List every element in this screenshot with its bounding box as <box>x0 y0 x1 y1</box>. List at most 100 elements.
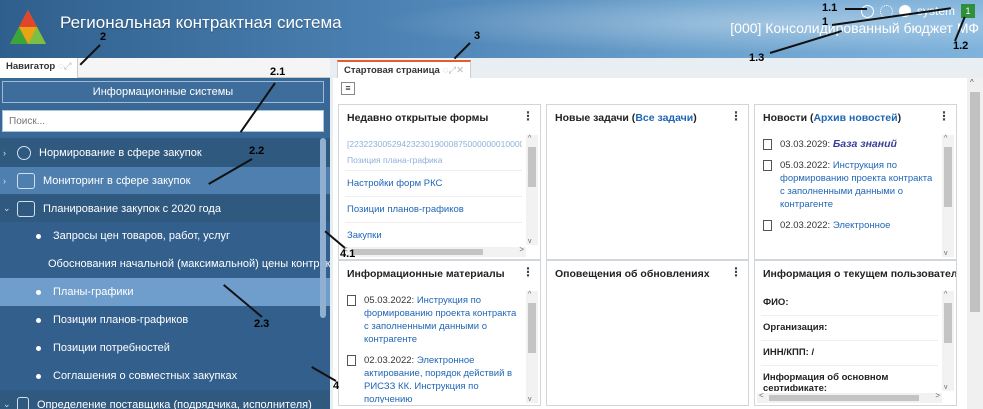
info-material-item[interactable]: 05.03.2022: Инструкция по формированию п… <box>345 291 522 351</box>
main-tabbar: Стартовая страница ◌⤢✕ <box>333 58 983 78</box>
recent-form-link[interactable]: Позиция плана-графика <box>345 151 522 171</box>
widget-title: Новости (Архив новостей) <box>763 112 902 124</box>
widget-recent-forms: Недавно открытые формы ⋮ [22322300529423… <box>338 104 541 260</box>
annotation-label: 2.2 <box>249 145 265 157</box>
bullet-icon <box>36 345 41 351</box>
document-icon <box>763 220 772 231</box>
news-item[interactable]: 03.03.2029: База знаний <box>761 135 938 156</box>
tab-start-page[interactable]: Стартовая страница ◌⤢✕ <box>337 60 472 78</box>
widget-title: Новые задачи (Все задачи) <box>555 112 697 124</box>
page-scrollbar-thumb[interactable] <box>970 92 980 312</box>
add-circle-icon[interactable] <box>860 4 874 18</box>
page-scrollbar[interactable]: ^ <box>967 78 983 409</box>
bullet-icon <box>36 373 41 379</box>
start-page: ≡ ^ Недавно открытые формы ⋮ [2232230052… <box>333 78 983 409</box>
widget-scrollbar[interactable]: ^ v <box>526 135 538 245</box>
widget-update-notices: Оповещения об обновлениях ⋮ <box>546 260 749 406</box>
widget-scrollbar[interactable]: ^ v <box>526 291 538 403</box>
widget-new-tasks: Новые задачи (Все задачи) ⋮ <box>546 104 749 260</box>
hamburger-menu-icon[interactable]: ≡ <box>341 82 355 95</box>
bullet-icon <box>36 317 41 323</box>
annotation-label: 2.1 <box>270 66 286 78</box>
annotation-arrow <box>845 8 867 10</box>
annotation-label: 2.3 <box>254 318 270 330</box>
recent-form-link[interactable]: Позиции планов-графиков <box>345 197 522 223</box>
widget-body: 03.03.2029: База знаний 05.03.2022: Инст… <box>761 135 938 257</box>
widget-hscrollbar[interactable]: < > <box>341 245 526 257</box>
navigator-scrollbar[interactable] <box>320 138 326 318</box>
chevron-right-icon: › <box>3 175 6 186</box>
navigator-list: › Нормирование в сфере закупок › Монитор… <box>0 138 330 409</box>
document-icon <box>347 355 356 366</box>
annotation-label: 1 <box>822 16 829 28</box>
widget-scrollbar[interactable]: ^ v <box>942 135 954 257</box>
widget-menu-icon[interactable]: ⋮ <box>730 265 742 279</box>
nav-item-need-positions[interactable]: Позиции потребностей <box>0 334 330 362</box>
recent-form-link[interactable]: Закупки <box>345 223 522 245</box>
tab-navigator[interactable]: Навигатор ◌⤢ <box>0 58 79 78</box>
widget-info-materials: Информационные материалы ⋮ 05.03.2022: И… <box>338 260 541 406</box>
annotation-label: 1.3 <box>749 52 765 64</box>
news-archive-link[interactable]: Архив новостей <box>813 112 897 124</box>
news-item[interactable]: 05.03.2022: Инструкция по формированию п… <box>761 156 938 216</box>
bullet-icon <box>36 289 41 295</box>
navigator-panel: Информационные системы › Нормирование в … <box>0 78 330 409</box>
widget-body: ФИО: Организация: ИНН/КПП: / Информация … <box>761 291 938 391</box>
widget-scrollbar[interactable]: ^ v <box>942 291 954 391</box>
nav-item-normirovanie[interactable]: › Нормирование в сфере закупок <box>0 138 330 166</box>
logo-icon <box>10 10 46 44</box>
nav-item-price-justification[interactable]: Обоснования начальной (максимальной) цен… <box>0 250 330 278</box>
chevron-down-icon: ⌄ <box>3 399 11 409</box>
annotation-label: 1.2 <box>953 40 969 52</box>
user-field-certificate: Информация об основном сертификате: <box>763 372 889 391</box>
all-tasks-link[interactable]: Все задачи <box>635 112 693 124</box>
annotation-label: 1.1 <box>822 2 838 14</box>
widget-body: 05.03.2022: Инструкция по формированию п… <box>345 291 522 403</box>
widget-user-info: Информация о текущем пользователе ФИО: О… <box>754 260 957 406</box>
widget-news: Новости (Архив новостей) ⋮ 03.03.2029: Б… <box>754 104 957 260</box>
widget-hscrollbar[interactable]: < > <box>757 391 942 403</box>
close-icon[interactable]: ◌⤢✕ <box>443 65 464 76</box>
nav-item-supplier-definition[interactable]: ⌄ Определение поставщика (подрядчика, ис… <box>0 390 330 409</box>
annotation-label: 4.1 <box>340 248 356 260</box>
scroll-up-icon[interactable]: ^ <box>970 78 974 87</box>
information-systems-button[interactable]: Информационные системы <box>2 81 324 103</box>
nav-item-monitoring[interactable]: › Мониторинг в сфере закупок <box>0 166 330 194</box>
chevron-down-icon: ⌄ <box>3 203 11 213</box>
monitor-icon <box>17 172 35 189</box>
annotation-label: 2 <box>100 31 107 43</box>
news-item[interactable]: 02.03.2022: Электронное <box>761 216 938 237</box>
navigator-search-input[interactable] <box>2 110 324 132</box>
widget-menu-icon[interactable]: ⋮ <box>522 109 534 123</box>
people-icon <box>17 145 31 160</box>
recent-form-link[interactable]: [2232230052942323019000875000000010000 <box>345 135 522 151</box>
widget-title: Информационные материалы <box>347 268 505 280</box>
nav-item-plan-schedules[interactable]: Планы-графики <box>0 278 330 306</box>
calendar-icon <box>17 200 35 217</box>
widget-body: [2232230052942323019000875000000010000 П… <box>345 135 522 245</box>
nav-item-plan-positions[interactable]: Позиции планов-графиков <box>0 306 330 334</box>
document-icon <box>347 295 356 306</box>
widget-title: Информация о текущем пользователе <box>763 268 957 280</box>
document-icon <box>763 139 772 150</box>
chevron-right-icon: › <box>3 147 6 158</box>
widget-title: Недавно открытые формы <box>347 112 489 124</box>
nav-item-joint-agreements[interactable]: Соглашения о совместных закупках <box>0 362 330 390</box>
document-icon <box>763 160 772 171</box>
app-title: Региональная контрактная система <box>60 13 342 32</box>
user-field-inn: ИНН/КПП: / <box>761 341 938 366</box>
widget-menu-icon[interactable]: ⋮ <box>522 265 534 279</box>
widget-menu-icon[interactable]: ⋮ <box>730 109 742 123</box>
user-field-fio: ФИО: <box>761 291 938 316</box>
nav-item-price-requests[interactable]: Запросы цен товаров, работ, услуг <box>0 222 330 250</box>
bullet-icon <box>36 233 41 239</box>
document-icon <box>17 396 29 409</box>
refresh-icon[interactable]: ◌⤢ <box>58 61 71 72</box>
widget-menu-icon[interactable]: ⋮ <box>938 109 950 123</box>
widget-title: Оповещения об обновлениях <box>555 268 710 280</box>
nav-item-planning[interactable]: ⌄ Планирование закупок с 2020 года <box>0 194 330 222</box>
info-material-item[interactable]: 02.03.2022: Электронное актирование, пор… <box>345 351 522 403</box>
annotation-label: 4 <box>333 380 340 392</box>
user-field-organization: Организация: <box>761 316 938 341</box>
recent-form-link[interactable]: Настройки форм РКС <box>345 171 522 197</box>
